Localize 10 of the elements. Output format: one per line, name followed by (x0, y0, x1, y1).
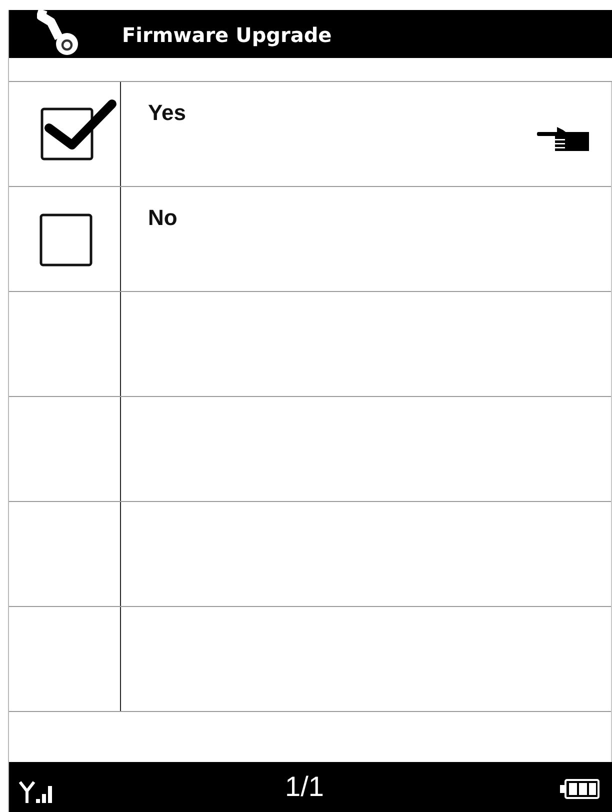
screen-title: Firmware Upgrade (122, 23, 332, 45)
option-label: No (148, 207, 178, 229)
page-indicator: 1/1 (285, 773, 324, 801)
option-label: Yes (148, 102, 186, 124)
checkbox[interactable] (39, 213, 93, 267)
checkbox[interactable] (39, 98, 117, 162)
option-row[interactable]: Yes (9, 82, 611, 187)
wrench-icon (37, 10, 81, 56)
option-row[interactable]: No (9, 187, 611, 292)
battery-icon (560, 779, 600, 799)
